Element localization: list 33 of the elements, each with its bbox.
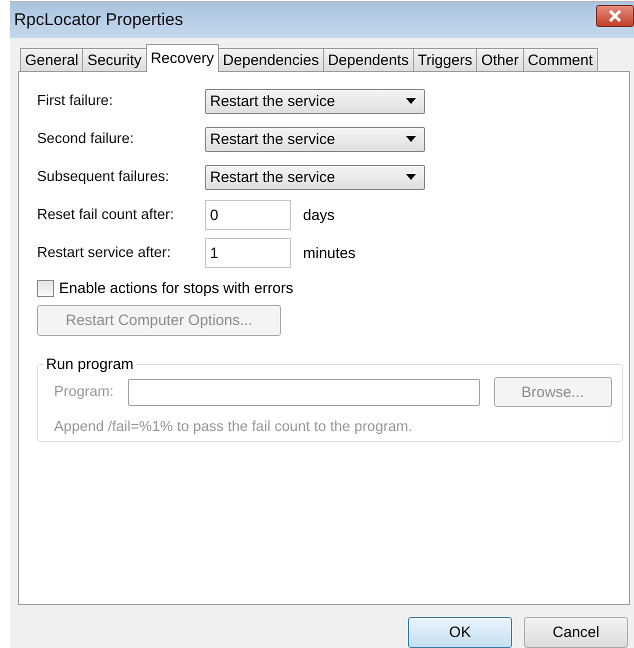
tab[interactable]: Dependents: [322, 48, 414, 72]
checkbox-label: Enable actions for stops with errors: [59, 280, 294, 296]
field-label: Program:: [54, 384, 114, 400]
cancel-button[interactable]: Cancel: [524, 617, 628, 648]
checkbox[interactable]: [37, 280, 54, 296]
tab[interactable]: Recovery: [146, 44, 219, 72]
field-label: Second failure:: [37, 131, 135, 147]
caret-icon: [406, 174, 416, 180]
number-field[interactable]: 1: [205, 238, 291, 268]
close-button[interactable]: [596, 5, 634, 27]
caret-icon: [406, 136, 416, 142]
tab[interactable]: Triggers: [412, 48, 478, 72]
field-label: Reset fail count after:: [37, 207, 176, 223]
caret-icon: [406, 98, 416, 104]
field-label: First failure:: [37, 93, 114, 109]
window-title: RpcLocator Properties: [14, 10, 184, 30]
action-dropdown[interactable]: Restart the service: [205, 88, 425, 114]
tab[interactable]: Dependencies: [218, 48, 324, 72]
group-title: Run program: [45, 356, 135, 373]
ok-button[interactable]: OK: [408, 617, 512, 648]
unit-label: minutes: [303, 244, 356, 262]
field-label: Subsequent failures:: [37, 169, 170, 185]
action-dropdown[interactable]: Restart the service: [205, 126, 425, 152]
tab[interactable]: Other: [476, 48, 524, 72]
unit-label: days: [303, 206, 335, 224]
field-label: Restart service after:: [37, 245, 172, 261]
close-icon: [608, 10, 622, 22]
tab[interactable]: General: [20, 48, 84, 72]
action-dropdown[interactable]: Restart the service: [205, 164, 425, 190]
tab[interactable]: Security: [82, 48, 147, 72]
tab[interactable]: Comment: [522, 48, 598, 72]
hint-text: Append /fail=%1% to pass the fail count to the program.: [54, 419, 414, 435]
number-field[interactable]: 0: [205, 200, 291, 230]
